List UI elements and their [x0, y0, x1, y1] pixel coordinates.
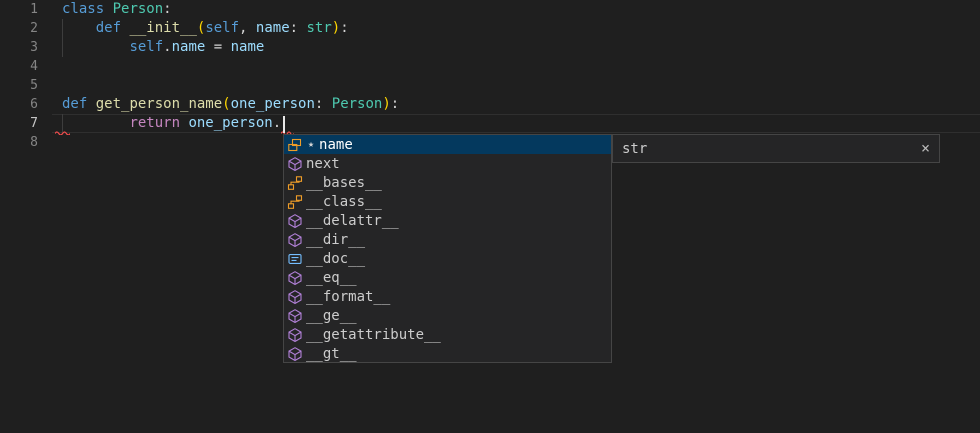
autocomplete-dropdown: ★ name next __bases__ __class__ __delattr__ __… — [283, 134, 612, 363]
code-token — [62, 39, 129, 55]
code-token: def — [62, 96, 87, 112]
suggestion-detail-panel: str × — [612, 134, 940, 163]
text-cursor — [283, 116, 285, 133]
code-token: , — [239, 20, 256, 36]
line-number: 8 — [24, 133, 38, 152]
code-token: self — [129, 39, 163, 55]
code-token: one_person — [231, 96, 315, 112]
suggestion-label: next — [306, 156, 340, 172]
suggestion-label: __dir__ — [306, 232, 365, 248]
code-token — [104, 1, 112, 17]
code-token: . — [273, 115, 281, 131]
code-token — [87, 96, 95, 112]
code-token: : — [391, 96, 399, 112]
symbol-method-icon — [287, 346, 303, 362]
code-editor[interactable]: 12345678 class Person: def __init__(self… — [0, 0, 980, 433]
code-token: ( — [222, 96, 230, 112]
symbol-method-icon — [287, 308, 303, 324]
suggestion-label: __delattr__ — [306, 213, 399, 229]
code-token: Person — [113, 1, 164, 17]
suggestion-label: name — [319, 137, 353, 153]
code-token: name — [231, 39, 265, 55]
symbol-method-icon — [287, 327, 303, 343]
code-token: Person — [332, 96, 383, 112]
code-token: ) — [382, 96, 390, 112]
suggestion-detail-text: str — [622, 141, 647, 157]
suggestion-label: __getattribute__ — [306, 327, 441, 343]
code-token: return — [129, 115, 180, 131]
code-line[interactable]: def __init__(self, name: str): — [62, 19, 349, 38]
code-token: get_person_name — [96, 96, 222, 112]
line-number: 1 — [24, 0, 38, 19]
code-line[interactable]: self.name = name — [62, 38, 264, 57]
code-token: self — [205, 20, 239, 36]
code-token: __init__ — [129, 20, 196, 36]
suggestion-item[interactable]: __bases__ — [284, 173, 611, 192]
symbol-class-icon — [287, 175, 303, 191]
symbol-method-icon — [287, 270, 303, 286]
code-line[interactable]: class Person: — [62, 0, 172, 19]
code-token: : — [163, 1, 171, 17]
code-token: class — [62, 1, 104, 17]
code-token: str — [306, 20, 331, 36]
code-token — [62, 115, 129, 131]
suggestion-item[interactable]: __getattribute__ — [284, 325, 611, 344]
suggestion-label: __eq__ — [306, 270, 357, 286]
suggestion-item[interactable]: __eq__ — [284, 268, 611, 287]
preselect-star-icon: ★ — [308, 135, 314, 154]
suggestion-item[interactable]: __doc__ — [284, 249, 611, 268]
suggestion-label: __format__ — [306, 289, 390, 305]
suggestion-item[interactable]: ★ name — [284, 135, 611, 154]
code-token: one_person — [188, 115, 272, 131]
symbol-method-icon — [287, 156, 303, 172]
suggestion-item[interactable]: __delattr__ — [284, 211, 611, 230]
code-token: . — [163, 39, 171, 55]
symbol-method-icon — [287, 232, 303, 248]
symbol-method-icon — [287, 289, 303, 305]
code-line[interactable]: return one_person. — [62, 114, 281, 133]
suggestion-label: __gt__ — [306, 346, 357, 362]
suggestion-label: __bases__ — [306, 175, 382, 191]
symbol-field-icon — [287, 137, 303, 153]
code-token: name — [172, 39, 206, 55]
code-line[interactable]: def get_person_name(one_person: Person): — [62, 95, 399, 114]
code-token — [62, 20, 96, 36]
line-number: 7 — [24, 114, 38, 133]
suggestion-item[interactable]: next — [284, 154, 611, 173]
line-number: 3 — [24, 38, 38, 57]
suggestion-item[interactable]: __gt__ — [284, 344, 611, 363]
code-token: : — [290, 20, 307, 36]
code-token: def — [96, 20, 121, 36]
line-number: 2 — [24, 19, 38, 38]
symbol-constant-icon — [287, 251, 303, 267]
line-number: 4 — [24, 57, 38, 76]
code-token: : — [340, 20, 348, 36]
line-number: 6 — [24, 95, 38, 114]
code-token: = — [205, 39, 230, 55]
line-number: 5 — [24, 76, 38, 95]
suggestion-label: __doc__ — [306, 251, 365, 267]
code-token: : — [315, 96, 332, 112]
suggestion-label: __class__ — [306, 194, 382, 210]
code-token: ) — [332, 20, 340, 36]
suggestion-item[interactable]: __class__ — [284, 192, 611, 211]
suggestion-item[interactable]: __format__ — [284, 287, 611, 306]
symbol-method-icon — [287, 213, 303, 229]
suggestion-item[interactable]: __dir__ — [284, 230, 611, 249]
symbol-class-icon — [287, 194, 303, 210]
close-icon[interactable]: × — [921, 141, 930, 156]
suggestion-label: __ge__ — [306, 308, 357, 324]
error-squiggle — [55, 130, 70, 135]
suggestion-item[interactable]: __ge__ — [284, 306, 611, 325]
code-token: name — [256, 20, 290, 36]
